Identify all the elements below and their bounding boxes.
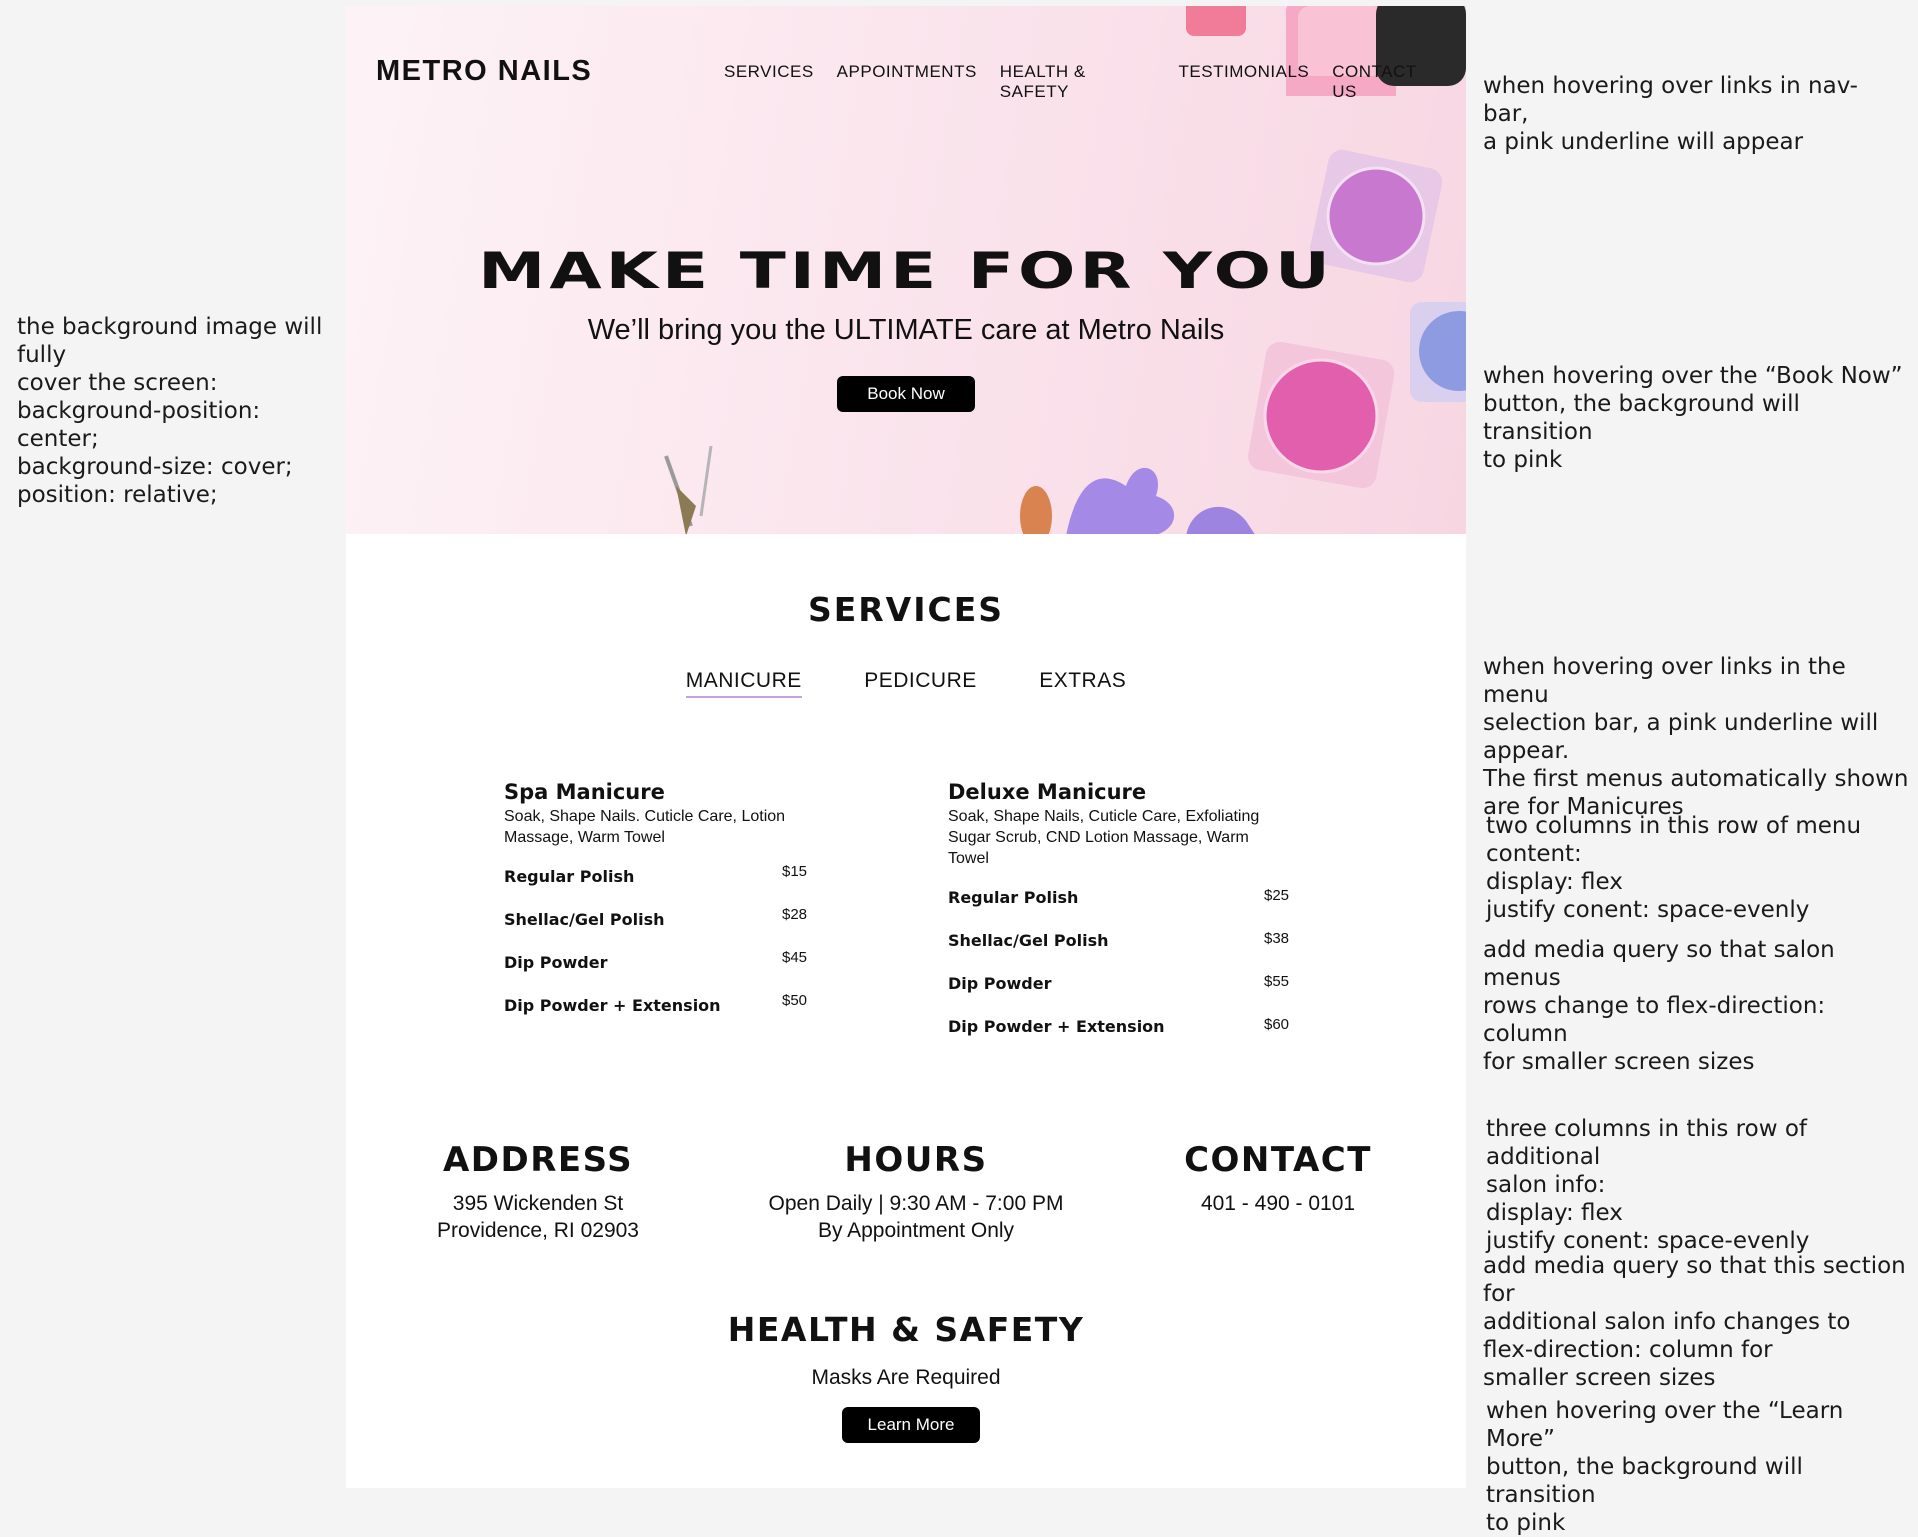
- tab-pedicure[interactable]: PEDICURE: [864, 669, 977, 696]
- annotation-three-columns: three columns in this row of additional …: [1486, 1116, 1810, 1254]
- menu-title: Deluxe Manicure: [948, 780, 1147, 804]
- item-name: Regular Polish: [948, 888, 1079, 907]
- item-price: $25: [1264, 887, 1290, 904]
- health-safety-text: Masks Are Required: [811, 1366, 1001, 1389]
- menu-title: Spa Manicure: [504, 780, 665, 804]
- nav-link-health-safety[interactable]: HEALTH & SAFETY: [1000, 62, 1156, 102]
- address-line-2: Providence, RI 02903: [437, 1219, 639, 1242]
- annotation-media-info: add media query so that this section for…: [1483, 1253, 1906, 1391]
- hours-line-2: By Appointment Only: [817, 1219, 1015, 1242]
- learn-more-button[interactable]: Learn More: [842, 1407, 980, 1443]
- item-price: $15: [782, 863, 808, 880]
- menu-item: Regular Polish $25: [948, 884, 1293, 927]
- menu-item: Dip Powder $55: [948, 970, 1293, 1013]
- item-price: $45: [782, 949, 808, 966]
- cuticle-tool-icon: [664, 446, 713, 534]
- contact-title: CONTACT: [1184, 1140, 1372, 1180]
- annotation-book-hover: when hovering over the “Book Now” button…: [1483, 363, 1903, 473]
- services-title: SERVICES: [807, 590, 1005, 629]
- item-price: $50: [782, 992, 808, 1009]
- tab-extras[interactable]: EXTRAS: [1039, 669, 1126, 696]
- nav-bar: SERVICES APPOINTMENTS HEALTH & SAFETY TE…: [724, 62, 1466, 102]
- item-name: Shellac/Gel Polish: [948, 931, 1109, 950]
- deluxe-manicure-menu: Deluxe Manicure Soak, Shape Nails, Cutic…: [948, 780, 1293, 1056]
- nav-link-contact-us[interactable]: CONTACT US: [1332, 62, 1443, 102]
- item-name: Dip Powder: [504, 953, 608, 972]
- hours-title: HOURS: [844, 1140, 988, 1180]
- health-safety-title: HEALTH & SAFETY: [727, 1310, 1085, 1349]
- item-price: $55: [1264, 973, 1290, 990]
- annotation-nav-hover: when hovering over links in nav-bar, a p…: [1483, 73, 1858, 155]
- contact-section: CONTACT 401 - 490 - 0101: [1158, 1140, 1398, 1217]
- contact-phone[interactable]: 401 - 490 - 0101: [1158, 1190, 1398, 1217]
- address-section: ADDRESS 395 Wickenden St Providence, RI …: [418, 1140, 658, 1244]
- salon-page: METRO NAILS SERVICES APPOINTMENTS HEALTH…: [346, 6, 1466, 1488]
- nav-link-services[interactable]: SERVICES: [724, 62, 814, 102]
- address-title: ADDRESS: [442, 1140, 634, 1180]
- tab-manicure[interactable]: MANICURE: [685, 669, 802, 698]
- annotation-two-columns: two columns in this row of menu content:…: [1486, 813, 1862, 923]
- hours-section: HOURS Open Daily | 9:30 AM - 7:00 PM By …: [741, 1140, 1091, 1244]
- item-price: $28: [782, 906, 808, 923]
- hero-subtitle: We’ll bring you the ULTIMATE care at Met…: [587, 314, 1225, 346]
- menu-item: Dip Powder + Extension $60: [948, 1013, 1293, 1056]
- menu-description: Soak, Shape Nails, Cuticle Care, Exfolia…: [948, 808, 1260, 867]
- powder-jar-icon: [1410, 302, 1466, 402]
- annotation-menu-hover: when hovering over links in the menu sel…: [1483, 654, 1909, 820]
- hero-section: METRO NAILS SERVICES APPOINTMENTS HEALTH…: [346, 6, 1466, 534]
- hero-title: MAKE TIME FOR YOU: [478, 242, 1334, 300]
- powder-jar-icon: [1248, 341, 1395, 489]
- menu-description: Soak, Shape Nails. Cuticle Care, Lotion …: [504, 808, 786, 846]
- item-price: $60: [1264, 1016, 1290, 1033]
- item-name: Dip Powder + Extension: [948, 1017, 1165, 1036]
- item-name: Dip Powder: [948, 974, 1052, 993]
- menu-item: Regular Polish $15: [504, 863, 814, 906]
- menu-item: Shellac/Gel Polish $38: [948, 927, 1293, 970]
- menu-item: Shellac/Gel Polish $28: [504, 906, 814, 949]
- menu-item: Dip Powder $45: [504, 949, 814, 992]
- site-logo[interactable]: METRO NAILS: [376, 55, 592, 88]
- spa-manicure-menu: Spa Manicure Soak, Shape Nails. Cuticle …: [504, 780, 814, 1035]
- hours-line-1: Open Daily | 9:30 AM - 7:00 PM: [768, 1192, 1064, 1215]
- menu-item: Dip Powder + Extension $50: [504, 992, 814, 1035]
- annotation-media-menus: add media query so that salon menus rows…: [1483, 937, 1835, 1075]
- annotation-background: the background image will fully cover th…: [17, 314, 323, 508]
- annotation-learn-hover: when hovering over the “Learn More” butt…: [1486, 1398, 1844, 1536]
- book-now-button[interactable]: Book Now: [837, 376, 975, 412]
- nav-link-appointments[interactable]: APPOINTMENTS: [837, 62, 977, 102]
- menu-selection-bar: MANICURE PEDICURE EXTRAS: [346, 669, 1466, 698]
- nav-link-testimonials[interactable]: TESTIMONIALS: [1179, 62, 1310, 102]
- item-name: Shellac/Gel Polish: [504, 910, 665, 929]
- item-name: Regular Polish: [504, 867, 635, 886]
- toe-separator-icon: [1020, 467, 1255, 534]
- item-price: $38: [1264, 930, 1290, 947]
- address-line-1: 395 Wickenden St: [452, 1192, 624, 1215]
- item-name: Dip Powder + Extension: [504, 996, 721, 1015]
